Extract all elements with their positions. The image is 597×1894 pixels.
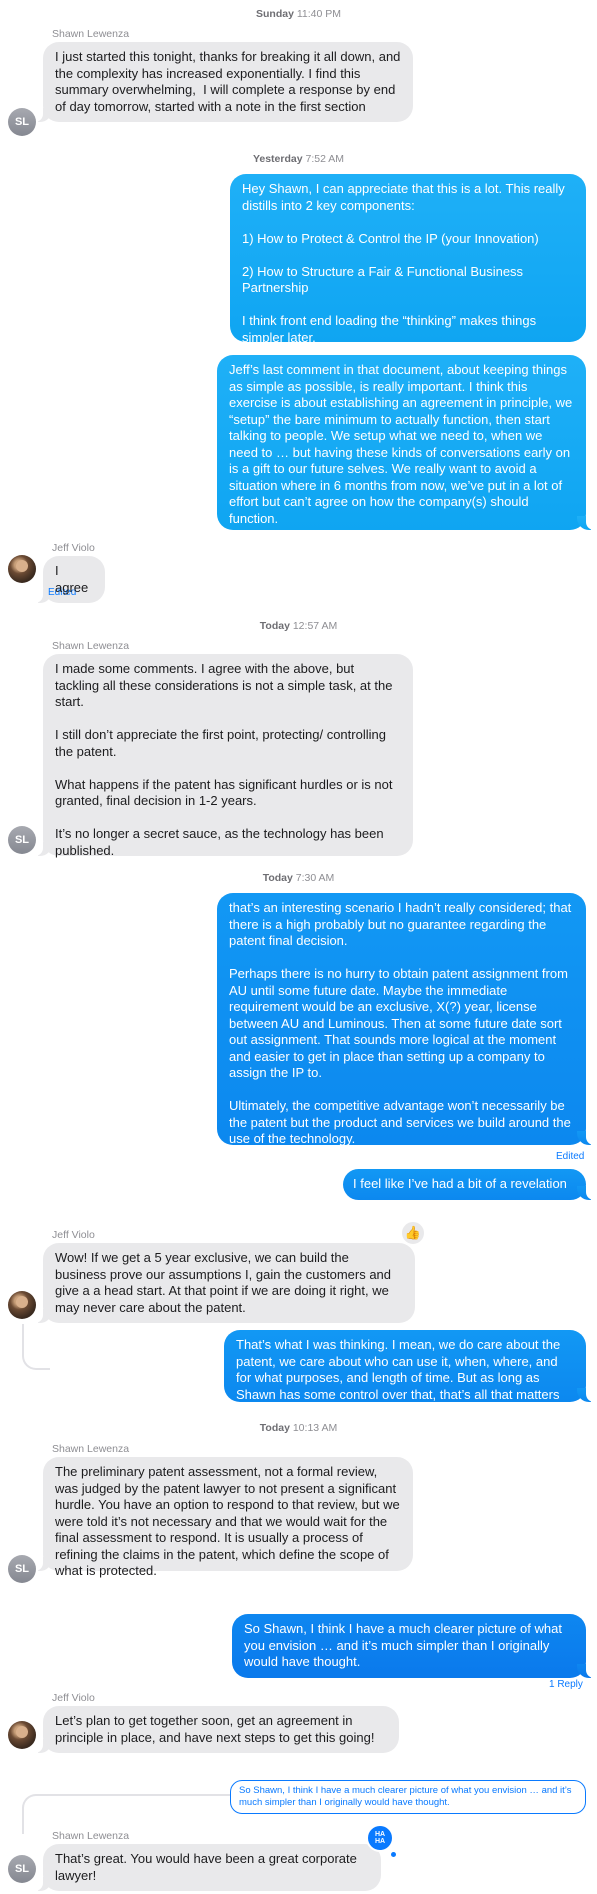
- reply-count-link[interactable]: 1 Reply: [549, 1679, 583, 1690]
- sender-name: Shawn Lewenza: [52, 28, 130, 40]
- message-text: Let’s plan to get together soon, get an …: [55, 1713, 375, 1745]
- message-bubble-outgoing[interactable]: Hey Shawn, I can appreciate that this is…: [230, 174, 586, 345]
- message-text: I made some comments. I agree with the a…: [55, 661, 393, 858]
- sender-name: Jeff Violo: [52, 1692, 95, 1704]
- sender-name: Jeff Violo: [52, 542, 95, 554]
- reaction-tail-dot: [391, 1852, 396, 1857]
- haha-reaction-label: HA HA: [374, 1831, 386, 1845]
- haha-reaction-icon[interactable]: HA HA: [366, 1824, 394, 1852]
- avatar[interactable]: SL: [8, 1855, 36, 1883]
- message-bubble-incoming[interactable]: That’s great. You would have been a grea…: [33, 1844, 381, 1891]
- message-text: The preliminary patent assessment, not a…: [55, 1464, 404, 1578]
- message-bubble-incoming[interactable]: The preliminary patent assessment, not a…: [33, 1457, 413, 1578]
- message-text: I just started this tonight, thanks for …: [55, 49, 405, 114]
- message-bubble-incoming[interactable]: I made some comments. I agree with the a…: [33, 654, 413, 858]
- message-text: That’s great. You would have been a grea…: [55, 1851, 361, 1883]
- timestamp: Yesterday 7:52 AM: [0, 153, 597, 165]
- timestamp: Sunday 11:40 PM: [0, 8, 597, 20]
- timestamp-day: Today: [259, 1422, 290, 1434]
- timestamp-time: 7:30 AM: [295, 872, 335, 884]
- sender-name: Jeff Violo: [52, 1229, 95, 1241]
- message-bubble-outgoing[interactable]: that’s an interesting scenario I hadn’t …: [217, 893, 596, 1146]
- sender-name: Shawn Lewenza: [52, 640, 130, 652]
- timestamp-day: Yesterday: [252, 153, 303, 165]
- message-bubble-outgoing[interactable]: Jeff’s last comment in that document, ab…: [217, 355, 596, 530]
- sender-name: Shawn Lewenza: [52, 1830, 130, 1842]
- avatar[interactable]: [8, 555, 36, 583]
- sender-name: Shawn Lewenza: [52, 1443, 130, 1455]
- message-text: Jeff’s last comment in that document, ab…: [229, 362, 576, 526]
- avatar[interactable]: SL: [8, 108, 36, 136]
- timestamp-day: Sunday: [255, 8, 294, 20]
- message-text: Hey Shawn, I can appreciate that this is…: [242, 181, 565, 345]
- message-bubble-outgoing[interactable]: I feel like I’ve had a bit of a revelati…: [343, 1169, 596, 1200]
- timestamp-time: 10:13 AM: [292, 1422, 338, 1434]
- thread-connector: [22, 1324, 50, 1370]
- message-bubble-outgoing[interactable]: That’s what I was thinking. I mean, we d…: [224, 1330, 596, 1402]
- timestamp: Today 7:30 AM: [0, 872, 597, 884]
- message-text: I feel like I’ve had a bit of a revelati…: [353, 1176, 567, 1191]
- avatar[interactable]: SL: [8, 1555, 36, 1583]
- message-bubble-incoming[interactable]: Let’s plan to get together soon, get an …: [33, 1706, 399, 1753]
- timestamp-time: 12:57 AM: [292, 620, 338, 632]
- avatar[interactable]: [8, 1721, 36, 1749]
- message-text: that’s an interesting scenario I hadn’t …: [229, 900, 572, 1146]
- message-text: Wow! If we get a 5 year exclusive, we ca…: [55, 1250, 395, 1315]
- quoted-reply-bubble[interactable]: So Shawn, I think I have a much clearer …: [230, 1780, 586, 1814]
- message-text: That’s what I was thinking. I mean, we d…: [236, 1337, 564, 1402]
- timestamp-time: 11:40 PM: [296, 8, 342, 20]
- avatar[interactable]: [8, 1291, 36, 1319]
- timestamp: Today 12:57 AM: [0, 620, 597, 632]
- avatar[interactable]: SL: [8, 826, 36, 854]
- message-bubble-incoming[interactable]: Wow! If we get a 5 year exclusive, we ca…: [33, 1243, 415, 1323]
- timestamp-day: Today: [262, 872, 293, 884]
- thread-connector: [22, 1794, 238, 1834]
- timestamp-time: 7:52 AM: [305, 153, 345, 165]
- timestamp-day: Today: [259, 620, 290, 632]
- timestamp: Today 10:13 AM: [0, 1422, 597, 1434]
- message-text: So Shawn, I think I have a much clearer …: [244, 1621, 566, 1669]
- thumbs-up-reaction-icon[interactable]: 👍: [400, 1220, 426, 1246]
- message-bubble-outgoing[interactable]: So Shawn, I think I have a much clearer …: [232, 1614, 596, 1678]
- message-text: I agree: [55, 563, 89, 595]
- message-bubble-incoming[interactable]: I just started this tonight, thanks for …: [33, 42, 413, 122]
- edited-label[interactable]: Edited: [556, 1151, 584, 1162]
